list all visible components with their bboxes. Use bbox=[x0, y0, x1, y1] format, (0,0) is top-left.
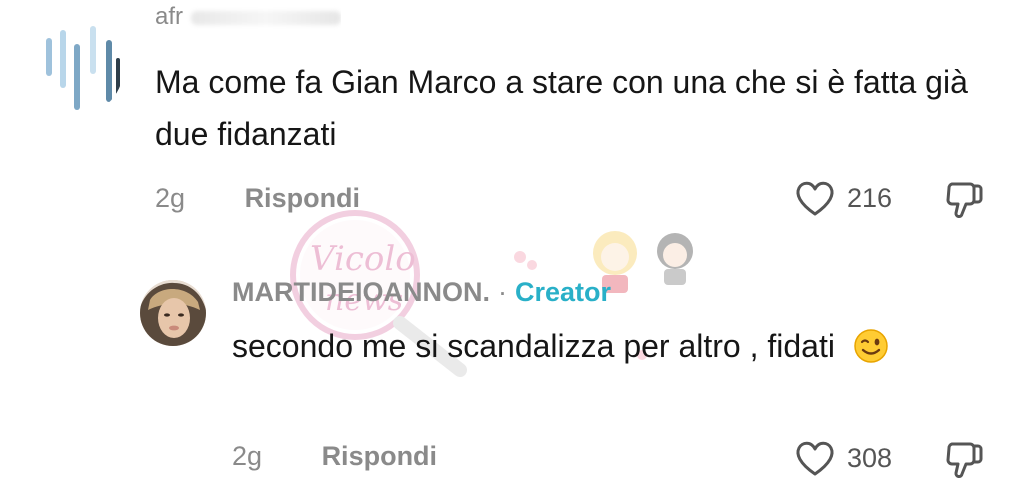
comment-meta: 2g Rispondi bbox=[155, 178, 360, 218]
redacted-username bbox=[191, 10, 342, 25]
avatar-image bbox=[140, 280, 206, 346]
reply-comment: MARTIDEIOANNON. · Creator secondo me si sc… bbox=[0, 240, 1024, 479]
separator-dot: · bbox=[498, 277, 507, 307]
comment-text-body: secondo me si scandalizza per altro , fi… bbox=[232, 328, 835, 364]
like-count: 308 bbox=[847, 442, 893, 473]
avatar[interactable] bbox=[38, 18, 124, 114]
heart-icon bbox=[796, 441, 834, 476]
reply-button[interactable]: Rispondi bbox=[245, 183, 361, 213]
heart-icon bbox=[796, 181, 834, 216]
username-text: afr bbox=[155, 3, 184, 30]
comment-meta: 2g Rispondi bbox=[232, 436, 437, 476]
like-button[interactable]: 308 bbox=[793, 436, 892, 480]
username-text: MARTIDEIOANNON. bbox=[232, 277, 490, 307]
creator-badge: Creator bbox=[515, 277, 612, 307]
reply-button[interactable]: Rispondi bbox=[322, 441, 438, 471]
wink-emoji-icon bbox=[854, 326, 888, 378]
thumb-down-icon[interactable] bbox=[944, 176, 988, 220]
comment-time: 2g bbox=[232, 441, 263, 471]
avatar[interactable] bbox=[140, 280, 206, 346]
comment-text: secondo me si scandalizza per altro , fi… bbox=[232, 320, 952, 378]
comment-time: 2g bbox=[155, 183, 186, 213]
like-count: 216 bbox=[847, 182, 893, 213]
comment-text: Ma come fa Gian Marco a stare con una ch… bbox=[155, 64, 968, 152]
comment-username[interactable]: afr bbox=[155, 0, 342, 34]
like-button[interactable]: 216 bbox=[793, 176, 892, 220]
thumb-down-icon[interactable] bbox=[944, 436, 988, 480]
comment-username[interactable]: MARTIDEIOANNON. · Creator bbox=[232, 272, 611, 312]
comment: afr Ma come fa Gian Marco a stare con un… bbox=[0, 0, 1024, 240]
